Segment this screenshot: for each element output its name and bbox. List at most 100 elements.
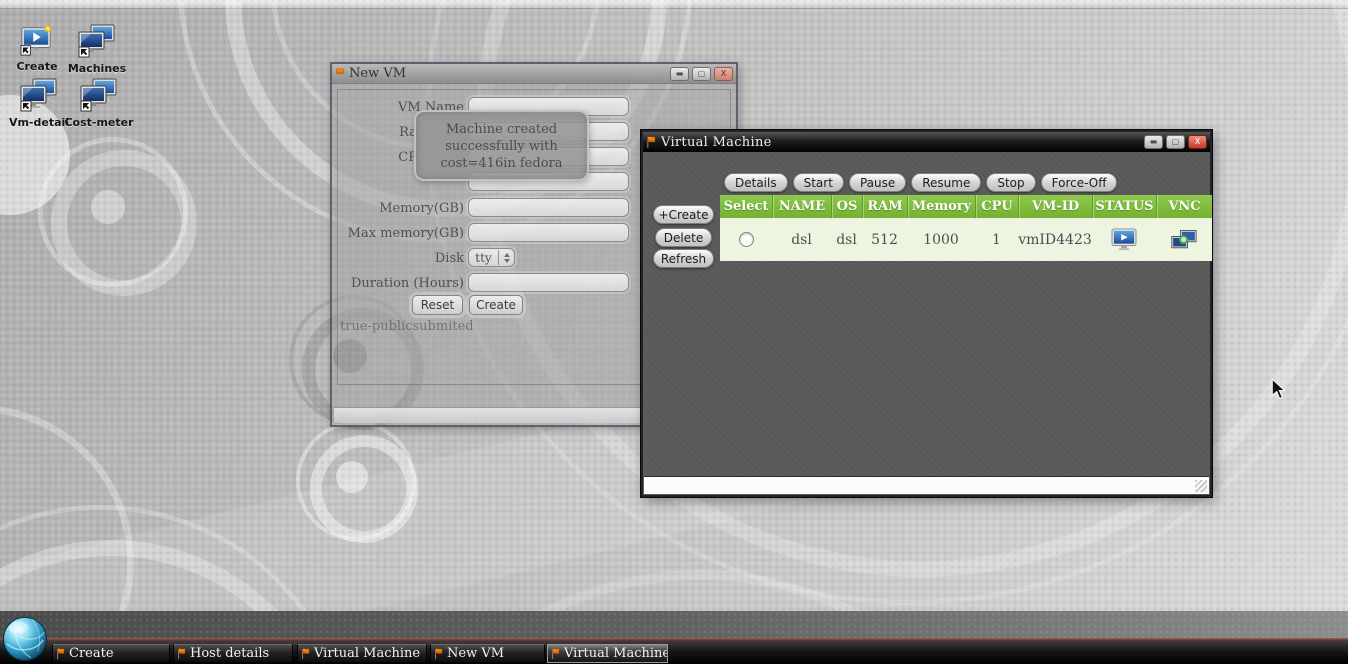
desktop-icon-label: Create xyxy=(8,60,66,73)
taskbar-item-label: Virtual Machine xyxy=(564,646,668,661)
cpu-label: CP xyxy=(332,150,417,165)
dual-monitor-icon xyxy=(79,78,119,112)
column-header: VM-ID xyxy=(1018,195,1092,218)
taskbar-item-new-vm[interactable]: New VM xyxy=(430,644,545,663)
resize-grip[interactable] xyxy=(1195,480,1207,492)
desktop-icon-label: Machines xyxy=(66,62,128,75)
select-cell xyxy=(720,218,772,261)
taskbar-upper-band xyxy=(0,611,1348,638)
bg-circle xyxy=(91,190,125,224)
column-header: CPU xyxy=(975,195,1018,218)
column-header: RAM xyxy=(862,195,907,218)
column-header: NAME xyxy=(772,195,831,218)
window-flag-icon xyxy=(434,647,443,660)
vm-titlebar[interactable]: Virtual Machine ▬ ▢ X xyxy=(643,132,1210,152)
pause-button[interactable]: Pause xyxy=(849,173,906,192)
minimize-button[interactable]: ▬ xyxy=(670,67,689,81)
virtual-machine-window: Virtual Machine ▬ ▢ X Details Start Paus… xyxy=(641,130,1212,497)
spinner-arrows-icon[interactable] xyxy=(498,250,514,265)
duration-input[interactable] xyxy=(468,273,629,292)
taskbar-item-create[interactable]: Create xyxy=(52,644,170,663)
minimize-button[interactable]: ▬ xyxy=(1144,135,1163,149)
maximize-button[interactable]: ▢ xyxy=(692,67,711,81)
vm-toolbar: Details Start Pause Resume Stop Force-Of… xyxy=(724,173,1117,192)
taskbar-item-virtual-machine[interactable]: Virtual Machine xyxy=(297,644,427,663)
memory-cell: 1000 xyxy=(907,218,975,261)
screen-top-strip xyxy=(0,0,1348,9)
tooltip-line: cost=416in fedora xyxy=(416,155,587,172)
disk-select[interactable]: tty xyxy=(468,248,515,267)
column-header: OS xyxy=(831,195,862,218)
create-vm-button[interactable]: +Create xyxy=(653,205,714,224)
desktop-icon-machines[interactable]: Machines xyxy=(66,24,128,75)
monitor-play-star-icon xyxy=(18,24,56,56)
memory-label: Memory(GB) xyxy=(332,201,464,216)
refresh-button[interactable]: Refresh xyxy=(653,249,714,268)
form-status-text: true-publicsubmited xyxy=(340,319,474,334)
taskbar-item-host-details[interactable]: Host details xyxy=(173,644,293,663)
column-header: STATUS xyxy=(1092,195,1156,218)
create-button[interactable]: Create xyxy=(469,295,523,315)
monitor-play-icon[interactable] xyxy=(1110,228,1138,252)
column-header: Memory xyxy=(907,195,975,218)
vm-id-cell: vmID4423 xyxy=(1018,218,1092,261)
start-orb-button[interactable] xyxy=(2,616,48,662)
vm-statusbar xyxy=(644,476,1209,494)
resume-button[interactable]: Resume xyxy=(911,173,981,192)
close-button[interactable]: X xyxy=(714,67,733,81)
disk-label: Disk xyxy=(332,251,464,266)
cpu-cell: 1 xyxy=(975,218,1018,261)
taskbar-item-label: Create xyxy=(69,646,114,661)
window-flag-icon xyxy=(646,135,656,149)
close-button[interactable]: X xyxy=(1188,135,1207,149)
dual-monitor-icon xyxy=(19,78,59,112)
mouse-cursor xyxy=(1271,378,1286,400)
vm-table: Select NAME OS RAM Memory CPU VM-ID STAT… xyxy=(720,195,1212,261)
window-title: New VM xyxy=(349,66,406,81)
new-vm-titlebar[interactable]: New VM ▬ ▢ X xyxy=(332,64,736,84)
bg-circle xyxy=(296,421,416,541)
vm-table-header: Select NAME OS RAM Memory CPU VM-ID STAT… xyxy=(720,195,1212,218)
status-cell xyxy=(1092,218,1156,261)
machine-created-tooltip: Machine created successfully with cost=4… xyxy=(414,110,589,181)
start-button[interactable]: Start xyxy=(793,173,844,192)
max-memory-input[interactable] xyxy=(468,223,629,242)
window-flag-icon xyxy=(301,647,310,660)
force-off-button[interactable]: Force-Off xyxy=(1041,173,1118,192)
memory-input[interactable] xyxy=(468,198,629,217)
tooltip-line: Machine created xyxy=(416,121,587,138)
desktop-icon-vm-detail[interactable]: Vm-detail xyxy=(6,78,72,129)
dual-monitor-icon xyxy=(77,24,117,58)
details-button[interactable]: Details xyxy=(724,173,788,192)
max-memory-label: Max memory(GB) xyxy=(332,226,464,241)
stop-button[interactable]: Stop xyxy=(986,173,1035,192)
taskbar-item-label: Host details xyxy=(190,646,269,661)
taskbar-item-virtual-machine-active[interactable]: Virtual Machine xyxy=(547,644,668,663)
row-select-radio[interactable] xyxy=(739,232,754,247)
window-flag-icon xyxy=(551,647,560,660)
desktop-icon-cost-meter[interactable]: Cost-meter xyxy=(64,78,134,129)
desktop-icon-label: Vm-detail xyxy=(6,116,72,129)
column-header: Select xyxy=(720,195,772,218)
bg-circle xyxy=(51,150,197,296)
name-cell: dsl xyxy=(772,218,831,261)
table-row: dsl dsl 512 1000 1 vmID4423 xyxy=(720,218,1212,261)
vnc-monitors-icon[interactable] xyxy=(1171,229,1197,251)
bg-circle xyxy=(310,435,418,543)
column-header: VNC xyxy=(1156,195,1212,218)
ram-cell: 512 xyxy=(862,218,907,261)
maximize-button[interactable]: ▢ xyxy=(1166,135,1185,149)
desktop-icon-create[interactable]: Create xyxy=(8,24,66,73)
vnc-cell xyxy=(1156,218,1212,261)
window-flag-icon xyxy=(56,647,65,660)
desktop: Create Machines Vm-detail Cost-meter New… xyxy=(0,0,1348,664)
bg-circle xyxy=(336,461,368,493)
bg-circle xyxy=(38,137,188,287)
window-flag-icon xyxy=(177,647,186,660)
taskbar-item-label: New VM xyxy=(447,646,504,661)
desktop-icon-label: Cost-meter xyxy=(64,116,134,129)
disk-select-value: tty xyxy=(469,251,498,265)
duration-label: Duration (Hours) xyxy=(332,276,464,291)
reset-button[interactable]: Reset xyxy=(412,295,463,315)
delete-vm-button[interactable]: Delete xyxy=(655,228,712,247)
